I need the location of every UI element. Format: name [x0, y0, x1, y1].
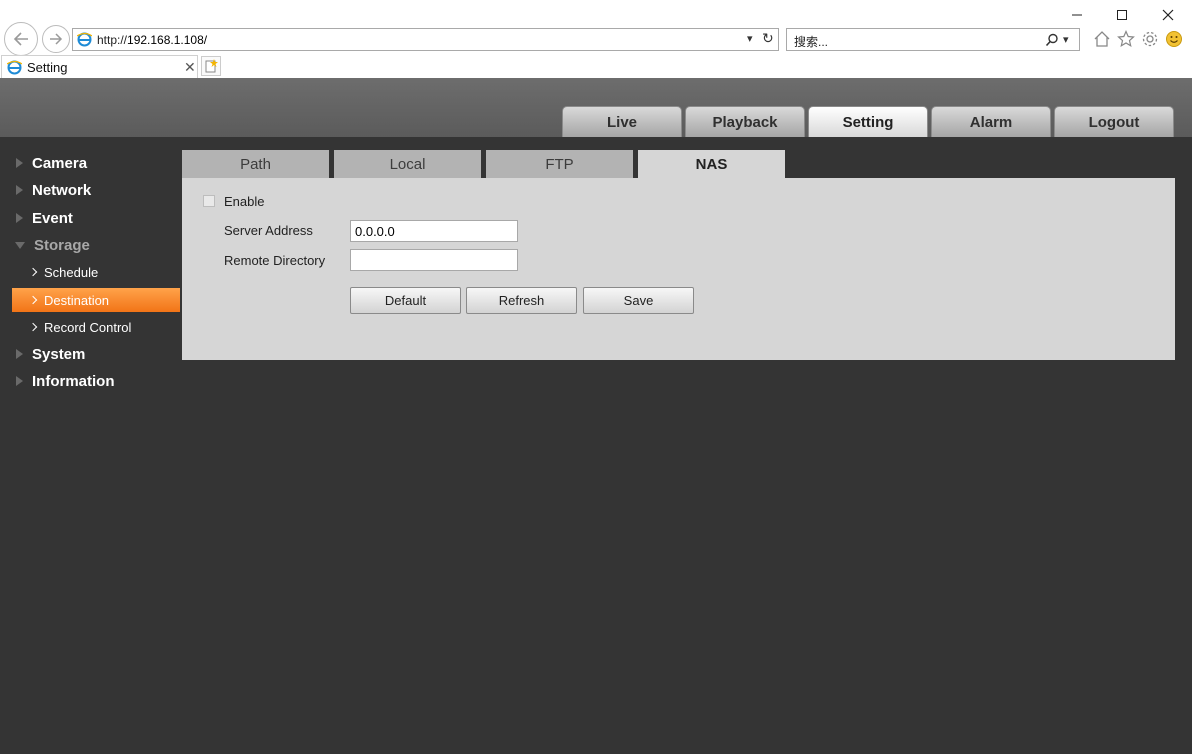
sidebar-item-label: Information [32, 372, 115, 390]
sidebar-item-label: Storage [34, 236, 90, 254]
default-button[interactable]: Default [350, 287, 461, 314]
refresh-button[interactable]: Refresh [466, 287, 577, 314]
search-bar[interactable]: 搜索... ▾ [786, 28, 1080, 51]
search-input[interactable]: 搜索... [794, 33, 828, 50]
favorites-star-icon[interactable] [1116, 29, 1136, 49]
sidebar-subitem-record-control[interactable]: Record Control [12, 315, 180, 339]
tab-ftp[interactable]: FTP [486, 150, 633, 178]
new-tab-icon[interactable] [201, 56, 221, 76]
sidebar-item-camera[interactable]: Camera [14, 151, 180, 175]
minimize-icon[interactable] [1066, 4, 1088, 26]
ie-logo-icon [6, 60, 23, 78]
url-prefix: http:// [97, 33, 128, 47]
chevron-right-icon [28, 322, 38, 332]
sidebar-item-system[interactable]: System [14, 342, 180, 366]
maximize-icon[interactable] [1111, 4, 1133, 26]
remote-directory-input[interactable] [350, 249, 518, 271]
back-arrow-icon[interactable] [4, 22, 38, 56]
sidebar-subitem-label: Schedule [44, 264, 99, 280]
address-text[interactable]: http://192.168.1.108/ [97, 33, 207, 47]
sidebar-subitem-label: Destination [44, 292, 110, 308]
tab-nas[interactable]: NAS [638, 150, 785, 178]
remote-directory-label: Remote Directory [224, 253, 326, 268]
tab-local[interactable]: Local [334, 150, 481, 178]
tab-playback[interactable]: Playback [685, 106, 805, 137]
tab-logout[interactable]: Logout [1054, 106, 1174, 137]
ie-logo-icon [76, 32, 93, 50]
sidebar-item-storage[interactable]: Storage [14, 233, 180, 257]
expand-arrow-icon [16, 376, 23, 386]
sidebar-item-label: Network [32, 181, 92, 199]
expand-arrow-icon [16, 213, 23, 223]
app-header: Live Playback Setting Alarm Logout [0, 78, 1192, 137]
sidebar-item-label: System [32, 345, 86, 363]
sidebar-item-network[interactable]: Network [14, 178, 180, 202]
tab-setting[interactable]: Setting [808, 106, 928, 137]
browser-tab-title: Setting [27, 60, 68, 75]
browser-tab[interactable]: Setting ✕ [1, 55, 198, 78]
smiley-icon[interactable] [1164, 29, 1184, 49]
expand-arrow-icon [16, 349, 23, 359]
tab-path[interactable]: Path [182, 150, 329, 178]
expand-arrow-icon [16, 185, 23, 195]
sidebar-subitem-label: Record Control [44, 319, 132, 335]
enable-label: Enable [224, 194, 265, 209]
dropdown-icon[interactable]: ▾ [747, 32, 753, 45]
sidebar-subitem-schedule[interactable]: Schedule [12, 260, 180, 284]
sidebar-item-label: Event [32, 209, 73, 227]
forward-arrow-icon[interactable] [42, 25, 70, 53]
collapse-arrow-icon [15, 241, 25, 249]
tab-live[interactable]: Live [562, 106, 682, 137]
chevron-right-icon [28, 295, 38, 305]
home-icon[interactable] [1092, 29, 1112, 49]
tab-alarm[interactable]: Alarm [931, 106, 1051, 137]
enable-checkbox[interactable] [203, 195, 215, 207]
gear-icon[interactable] [1140, 29, 1160, 49]
sidebar-item-information[interactable]: Information [14, 369, 180, 393]
sidebar-item-label: Camera [32, 154, 88, 172]
tab-close-icon[interactable]: ✕ [184, 59, 196, 76]
save-button[interactable]: Save [583, 287, 694, 314]
browser-tab-bar: Setting ✕ [0, 54, 1192, 78]
browser-chrome: http://192.168.1.108/ ▾ ↻ 搜索... ▾ Settin… [0, 0, 1192, 78]
close-icon[interactable] [1157, 4, 1179, 26]
search-dropdown-icon[interactable]: ▾ [1063, 33, 1069, 46]
server-address-input[interactable] [350, 220, 518, 242]
chevron-right-icon [28, 267, 38, 277]
refresh-icon[interactable]: ↻ [762, 30, 774, 47]
sidebar: Camera Network Event Storage Schedule De… [0, 137, 182, 754]
sidebar-subitem-destination[interactable]: Destination [12, 288, 180, 312]
server-address-label: Server Address [224, 223, 313, 238]
address-bar[interactable]: http://192.168.1.108/ ▾ ↻ [72, 28, 779, 51]
expand-arrow-icon [16, 158, 23, 168]
nas-settings-panel: Enable Server Address Remote Directory D… [182, 178, 1175, 360]
sidebar-item-event[interactable]: Event [14, 206, 180, 230]
url-host: 192.168.1.108/ [127, 33, 208, 47]
search-icon[interactable] [1045, 33, 1059, 50]
